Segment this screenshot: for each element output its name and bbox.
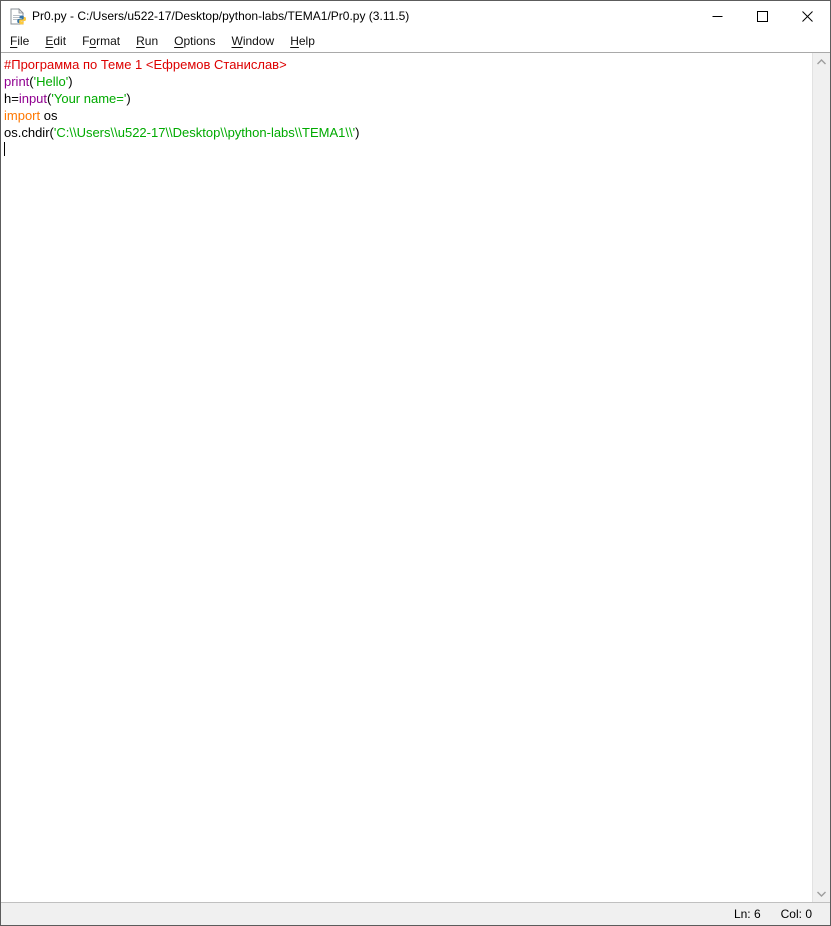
scroll-down-button[interactable] [813,885,831,902]
code-segment-plain: h= [4,91,19,106]
chevron-down-icon [817,891,826,897]
menu-item-run[interactable]: Run [128,32,166,51]
code-line: print('Hello') [4,73,808,90]
chevron-up-icon [817,59,826,65]
menu-item-help[interactable]: Help [282,32,323,51]
window-title: Pr0.py - C:/Users/u522-17/Desktop/python… [32,9,409,23]
menu-item-format[interactable]: Format [74,32,128,51]
code-segment-builtin: print [4,74,29,89]
code-segment-string: 'Your name=' [51,91,126,106]
code-segment-builtin: input [19,91,47,106]
code-segment-plain: os [40,108,57,123]
code-segment-plain: os.chdir( [4,125,54,140]
vertical-scrollbar[interactable] [812,53,830,902]
scroll-up-button[interactable] [813,53,831,70]
code-line [4,141,808,158]
code-content[interactable]: #Программа по Теме 1 <Ефремов Станислав>… [1,54,812,902]
minimize-icon [712,11,723,22]
code-segment-string: 'Hello' [34,74,69,89]
code-segment-keyword: import [4,108,40,123]
menu-bar: FileEditFormatRunOptionsWindowHelp [1,31,830,52]
menu-item-options[interactable]: Options [166,32,223,51]
minimize-button[interactable] [695,1,740,31]
menu-item-window[interactable]: Window [224,32,283,51]
code-segment-plain: ) [68,74,72,89]
text-cursor [4,142,5,156]
title-bar[interactable]: Pr0.py - C:/Users/u522-17/Desktop/python… [1,1,830,31]
close-icon [802,11,813,22]
python-file-icon [9,8,26,25]
code-segment-plain: ) [126,91,130,106]
code-segment-string: 'C:\\Users\\u522-17\\Desktop\\python-lab… [54,125,355,140]
maximize-button[interactable] [740,1,785,31]
status-bar: Ln: 6 Col: 0 [1,903,830,925]
code-line: os.chdir('C:\\Users\\u522-17\\Desktop\\p… [4,124,808,141]
status-line-indicator: Ln: 6 [724,907,771,921]
maximize-icon [757,11,768,22]
code-line: import os [4,107,808,124]
close-button[interactable] [785,1,830,31]
idle-editor-window: Pr0.py - C:/Users/u522-17/Desktop/python… [0,0,831,926]
code-line: #Программа по Теме 1 <Ефремов Станислав> [4,56,808,73]
code-segment-plain: ) [355,125,359,140]
status-col-indicator: Col: 0 [771,907,822,921]
menu-item-edit[interactable]: Edit [37,32,74,51]
code-segment-comment: #Программа по Теме 1 <Ефремов Станислав> [4,57,287,72]
code-editor[interactable]: #Программа по Теме 1 <Ефремов Станислав>… [1,52,830,903]
code-line: h=input('Your name=') [4,90,808,107]
menu-item-file[interactable]: File [2,32,37,51]
